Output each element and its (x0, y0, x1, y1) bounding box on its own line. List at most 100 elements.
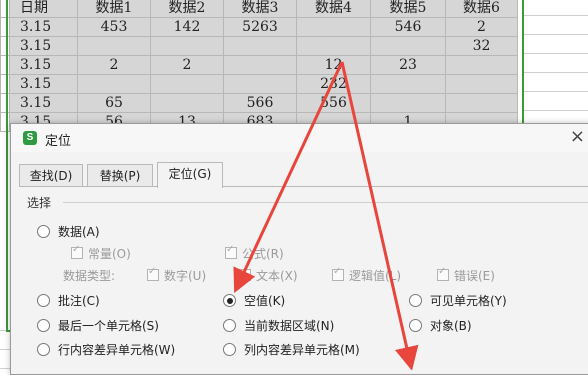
tab-find[interactable]: 查找(D) (19, 164, 83, 187)
table-cell[interactable] (77, 36, 151, 56)
option-label: 逻辑值(L) (349, 269, 402, 283)
data-table: 日期 数据1 数据2 数据3 数据4 数据5 数据6 3.15 453 142 … (0, 0, 518, 132)
option-col-diff[interactable]: 列内容差异单元格(M) (223, 341, 360, 358)
option-label: 最后一个单元格(S) (58, 319, 159, 333)
option-label: 数字(U) (164, 269, 207, 283)
table-cell[interactable] (445, 74, 518, 94)
header-cell[interactable]: 数据3 (223, 0, 297, 18)
dialog-title-bar[interactable]: S 定位 × (11, 124, 588, 152)
radio-button-selected[interactable] (223, 294, 236, 307)
header-cell[interactable]: 数据1 (77, 0, 151, 18)
table-cell[interactable] (370, 74, 446, 94)
radio-button[interactable] (409, 319, 422, 332)
table-cell[interactable] (150, 93, 224, 113)
option-blank[interactable]: 空值(K) (223, 292, 285, 309)
header-cell[interactable]: 日期 (9, 0, 78, 18)
option-label: 可见单元格(Y) (430, 294, 507, 308)
header-row: 日期 数据1 数据2 数据3 数据4 数据5 数据6 (0, 0, 518, 18)
table-cell[interactable] (445, 55, 518, 75)
table-cell[interactable]: 5263 (223, 17, 297, 37)
option-visible-cells[interactable]: 可见单元格(Y) (409, 292, 507, 309)
table-cell[interactable]: 2 (150, 55, 224, 75)
option-label: 文本(X) (256, 269, 298, 283)
table-cell[interactable]: 142 (150, 17, 224, 37)
option-label: 常量(O) (88, 247, 131, 261)
checkbox (71, 244, 83, 259)
table-row: 3.15 453 142 5263 546 2 (0, 17, 518, 37)
radio-button[interactable] (37, 343, 50, 356)
checkbox-number: 数字(U) (147, 266, 207, 284)
option-last-cell[interactable]: 最后一个单元格(S) (37, 317, 159, 334)
table-cell[interactable]: 566 (223, 93, 297, 113)
option-row-diff[interactable]: 行内容差异单元格(W) (37, 341, 175, 358)
table-cell[interactable] (77, 74, 151, 94)
radio-button[interactable] (223, 343, 236, 356)
checkbox (225, 244, 237, 259)
table-cell[interactable]: 65 (77, 93, 151, 113)
table-cell[interactable]: 23 (370, 55, 446, 75)
radio-button[interactable] (223, 319, 236, 332)
table-cell[interactable] (296, 36, 371, 56)
table-cell[interactable]: 2 (445, 17, 518, 37)
radio-button[interactable] (37, 319, 50, 332)
option-object[interactable]: 对象(B) (409, 317, 472, 334)
table-cell[interactable]: 12 (296, 55, 371, 75)
table-cell[interactable]: 453 (77, 17, 151, 37)
option-label: 批注(C) (58, 294, 100, 308)
checkbox-text: 文本(X) (239, 266, 298, 284)
tab-replace[interactable]: 替换(P) (87, 164, 153, 187)
header-cell[interactable]: 数据4 (296, 0, 371, 18)
option-comment[interactable]: 批注(C) (37, 292, 100, 309)
header-cell[interactable]: 数据2 (150, 0, 224, 18)
tab-divider (19, 186, 588, 187)
checkbox (239, 266, 251, 281)
app-logo-icon: S (23, 131, 37, 145)
header-cell[interactable]: 数据6 (445, 0, 518, 18)
checkbox-formula: 公式(R) (225, 244, 284, 262)
table-cell[interactable] (296, 17, 371, 37)
table-cell[interactable] (370, 36, 446, 56)
table-cell[interactable] (445, 93, 518, 113)
table-row: 3.15 32 (0, 36, 518, 56)
table-cell[interactable] (223, 74, 297, 94)
table-cell[interactable]: 546 (370, 17, 446, 37)
table-cell[interactable]: 556 (296, 93, 371, 113)
dialog-title: 定位 (45, 133, 72, 148)
table-cell[interactable]: 3.15 (9, 36, 78, 56)
header-cell[interactable]: 数据5 (370, 0, 446, 18)
table-cell[interactable] (150, 74, 224, 94)
radio-button[interactable] (409, 294, 422, 307)
radio-button[interactable] (37, 294, 50, 307)
group-divider (63, 202, 588, 203)
group-label: 选择 (27, 196, 52, 210)
table-cell[interactable]: 32 (445, 36, 518, 56)
close-icon[interactable]: × (570, 127, 585, 147)
table-row: 3.15 2 2 12 23 (0, 55, 518, 75)
table-cell[interactable]: 3.15 (9, 55, 78, 75)
option-current-region[interactable]: 当前数据区域(N) (223, 317, 334, 334)
checkbox-logical: 逻辑值(L) (332, 266, 402, 284)
table-row: 3.15 65 566 556 (0, 93, 518, 113)
table-cell[interactable] (370, 93, 446, 113)
table-row: 3.15 232 (0, 74, 518, 94)
table-cell[interactable]: 2 (77, 55, 151, 75)
option-label: 公式(R) (242, 247, 284, 261)
table-cell[interactable] (150, 36, 224, 56)
table-cell[interactable] (223, 36, 297, 56)
table-cell[interactable]: 3.15 (9, 17, 78, 37)
table-cell[interactable]: 3.15 (9, 93, 78, 113)
option-label: 空值(K) (244, 294, 286, 308)
option-label: 列内容差异单元格(M) (244, 343, 360, 357)
table-cell[interactable]: 3.15 (9, 74, 78, 94)
table-cell[interactable] (223, 55, 297, 75)
tab-goto[interactable]: 定位(G) (157, 162, 223, 188)
selection-group: 选择 数据(A) 常量(O) 公式(R) 数据类型: 数字(U) 文本(X) 逻… (19, 194, 588, 374)
option-label: 对象(B) (430, 319, 472, 333)
option-data[interactable]: 数据(A) (37, 223, 100, 240)
option-label: 当前数据区域(N) (244, 319, 335, 333)
checkbox (332, 266, 344, 281)
checkbox-error: 错误(E) (437, 266, 495, 284)
radio-button[interactable] (37, 225, 50, 238)
table-cell[interactable]: 232 (296, 74, 371, 94)
checkbox (147, 266, 159, 281)
